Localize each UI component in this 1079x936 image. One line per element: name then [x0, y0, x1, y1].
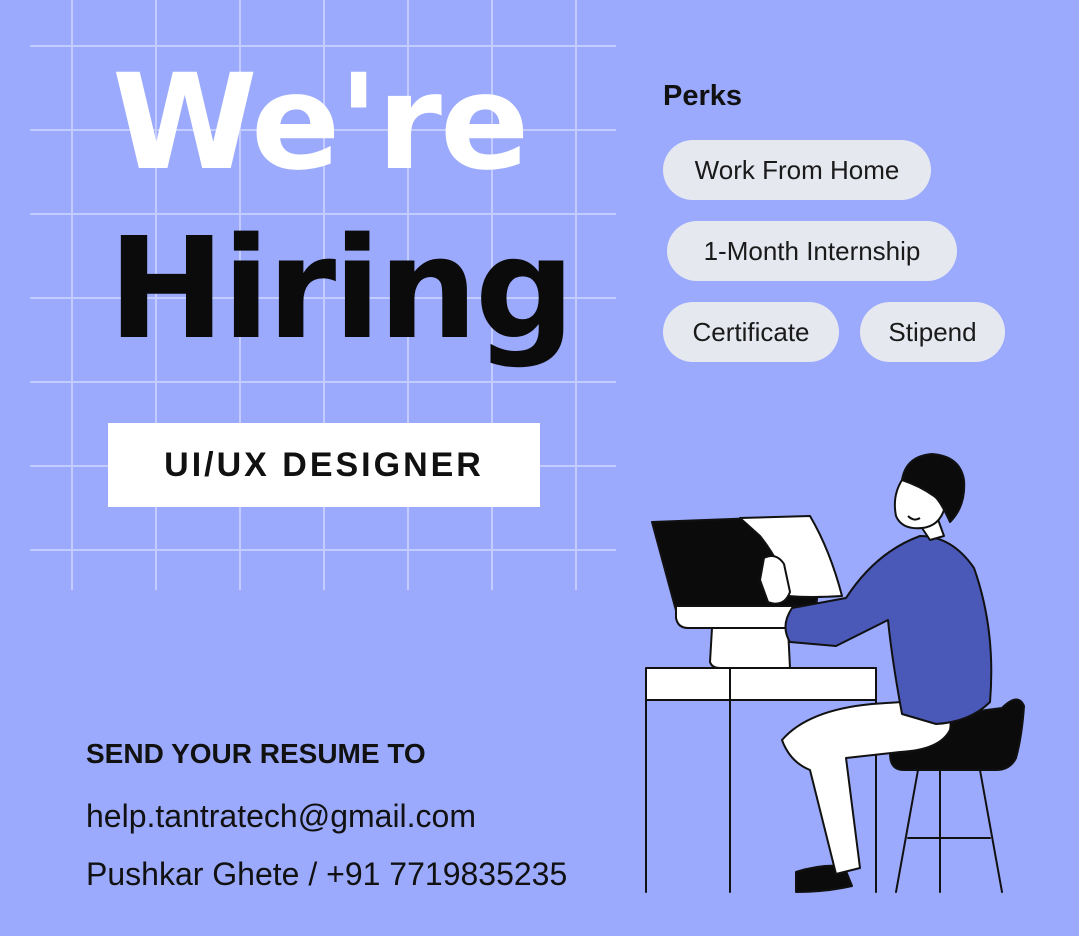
perks-title: Perks [663, 80, 743, 112]
perk-certificate: Certificate [663, 302, 839, 362]
headline-line-1: We're [112, 46, 529, 200]
contact-title: SEND YOUR RESUME TO [86, 738, 426, 769]
headline-line-2: Hiring [108, 208, 575, 371]
contact-email: help.tantratech@gmail.com [86, 798, 476, 834]
contact-person-phone: Pushkar Ghete / +91 7719835235 [86, 856, 568, 892]
perk-work-from-home: Work From Home [663, 140, 931, 200]
role-badge: UI/UX DESIGNER [108, 423, 540, 507]
perk-internship: 1-Month Internship [667, 221, 957, 281]
perk-stipend: Stipend [860, 302, 1005, 362]
role-label: UI/UX DESIGNER [164, 445, 484, 484]
person-at-computer-illustration [645, 453, 1025, 893]
